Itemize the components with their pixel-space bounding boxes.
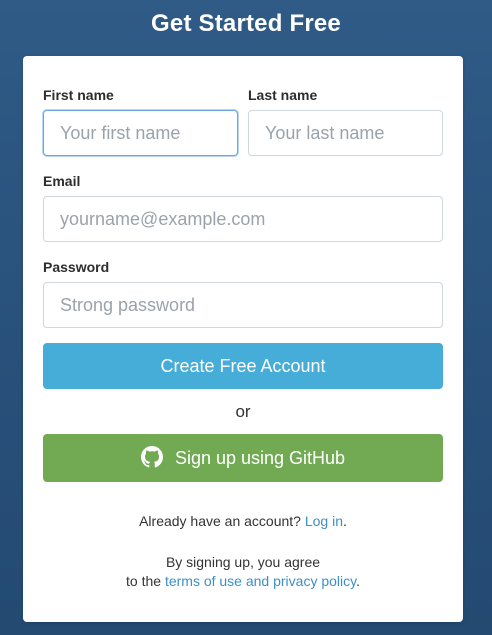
first-name-field[interactable] xyxy=(43,110,238,156)
login-suffix: . xyxy=(343,513,347,529)
signup-card: First name Last name Email Password Crea… xyxy=(23,56,463,622)
last-name-label: Last name xyxy=(248,87,318,103)
password-label: Password xyxy=(43,259,110,275)
create-account-button[interactable]: Create Free Account xyxy=(43,343,443,389)
email-label: Email xyxy=(43,173,81,189)
page-title: Get Started Free xyxy=(151,10,341,37)
terms-suffix: . xyxy=(356,573,360,589)
terms-notice-line1: By signing up, you agree xyxy=(165,554,321,570)
terms-link[interactable]: terms of use and privacy policy xyxy=(165,573,356,589)
password-field[interactable] xyxy=(43,282,443,328)
create-account-label: Create Free Account xyxy=(160,356,326,376)
terms-prefix: to the xyxy=(126,573,162,589)
login-prompt-text: Already have an account? xyxy=(139,513,301,529)
first-name-label: First name xyxy=(43,87,114,103)
terms-notice-line2: to the terms of use and privacy policy. xyxy=(23,573,463,589)
last-name-field[interactable] xyxy=(248,110,443,156)
github-signup-label: Sign up using GitHub xyxy=(174,448,346,468)
login-link[interactable]: Log in xyxy=(305,513,343,529)
login-prompt: Already have an account? Log in. xyxy=(23,513,463,529)
github-signup-button[interactable]: Sign up using GitHub xyxy=(43,434,443,482)
github-icon xyxy=(140,438,163,468)
email-field[interactable] xyxy=(43,196,443,242)
or-divider: or xyxy=(235,402,251,421)
